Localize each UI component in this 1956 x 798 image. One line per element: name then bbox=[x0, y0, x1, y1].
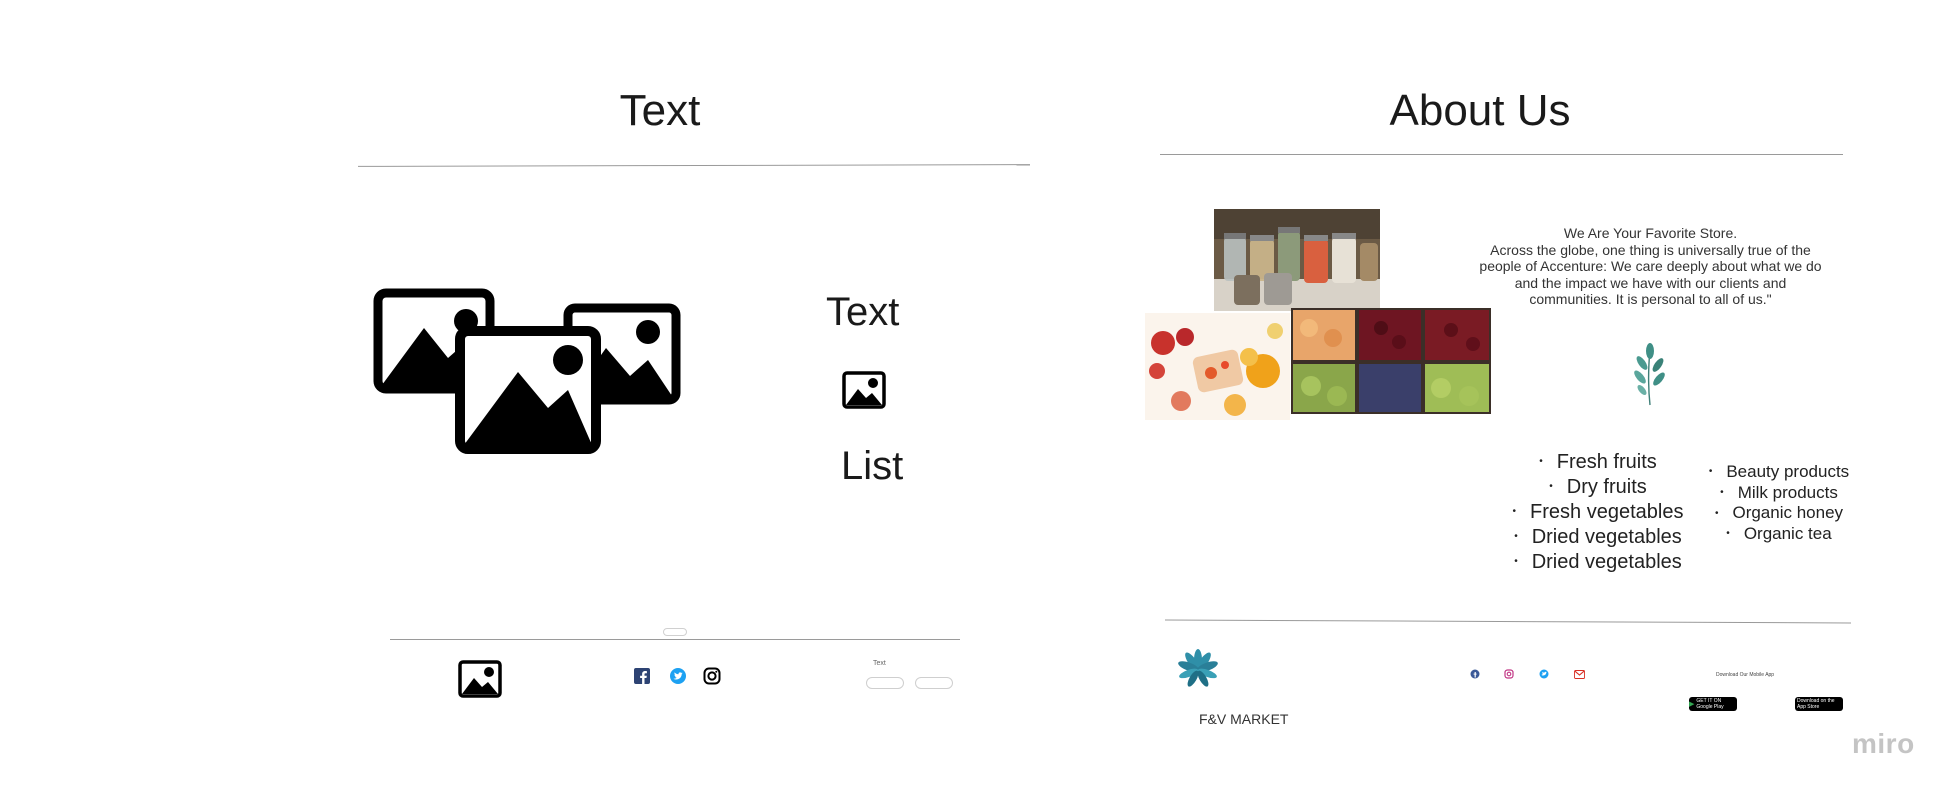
footer-pill-button-2[interactable] bbox=[915, 677, 953, 689]
about-footer-divider bbox=[1165, 619, 1851, 624]
list-item: Beauty products bbox=[1688, 462, 1870, 483]
small-image-icon bbox=[842, 371, 886, 409]
twitter-icon[interactable] bbox=[669, 667, 687, 685]
list-item: Organic tea bbox=[1688, 524, 1870, 545]
download-app-label: Download Our Mobile App bbox=[1716, 672, 1775, 678]
image-gallery-placeholder-icon bbox=[373, 288, 681, 454]
brand-logo-icon bbox=[1178, 649, 1218, 687]
about-title: About Us bbox=[1389, 86, 1571, 135]
jars-photo bbox=[1214, 209, 1380, 311]
miro-watermark: miro bbox=[1852, 728, 1915, 759]
wireframe-footer-label: Text bbox=[873, 660, 886, 667]
wireframe-title: Text bbox=[619, 86, 701, 135]
facebook-icon[interactable] bbox=[1470, 669, 1480, 679]
wireframe-divider bbox=[357, 164, 1031, 167]
footer-logo-image-icon bbox=[458, 660, 502, 698]
play-store-icon: ▶ bbox=[1689, 701, 1695, 708]
twitter-icon[interactable] bbox=[1539, 669, 1549, 679]
list-item: Dry fruits bbox=[1488, 475, 1708, 500]
fruit-crates-photo bbox=[1291, 308, 1491, 414]
wireframe-side-text: Text bbox=[826, 290, 900, 334]
list-item: Milk products bbox=[1688, 483, 1870, 504]
leaf-sprig-icon bbox=[1634, 343, 1665, 406]
wireframe-footer-divider bbox=[390, 639, 960, 640]
footer-pill-button-1[interactable] bbox=[866, 677, 904, 689]
fruits-platter-photo bbox=[1145, 313, 1290, 420]
brand-name: F&V MARKET bbox=[1199, 711, 1289, 727]
instagram-icon[interactable] bbox=[703, 667, 721, 685]
app-store-badge[interactable]: Download on the App Store bbox=[1795, 697, 1843, 711]
about-paragraph: We Are Your Favorite Store. Across the g… bbox=[1479, 225, 1822, 307]
about-header-divider bbox=[1160, 154, 1843, 155]
google-play-label: GET IT ON Google Play bbox=[1696, 698, 1724, 710]
wireframe-side-list: List bbox=[841, 444, 904, 488]
image-placeholder-icon-2 bbox=[455, 326, 601, 454]
list-item: Fresh vegetables bbox=[1488, 500, 1708, 525]
product-list-right: Beauty products Milk products Organic ho… bbox=[1688, 462, 1870, 544]
scroll-handle[interactable] bbox=[663, 628, 687, 636]
list-item: Organic honey bbox=[1688, 503, 1870, 524]
list-item: Fresh fruits bbox=[1488, 450, 1708, 475]
gmail-icon[interactable] bbox=[1574, 670, 1585, 679]
list-item: Dried vegetables bbox=[1488, 525, 1708, 550]
facebook-icon[interactable] bbox=[634, 668, 650, 684]
product-list-left: Fresh fruits Dry fruits Fresh vegetables… bbox=[1488, 450, 1708, 575]
google-play-badge[interactable]: ▶ GET IT ON Google Play bbox=[1689, 697, 1737, 711]
list-item: Dried vegetables bbox=[1488, 550, 1708, 575]
instagram-icon[interactable] bbox=[1504, 669, 1514, 679]
app-store-label: Download on the App Store bbox=[1797, 698, 1835, 710]
